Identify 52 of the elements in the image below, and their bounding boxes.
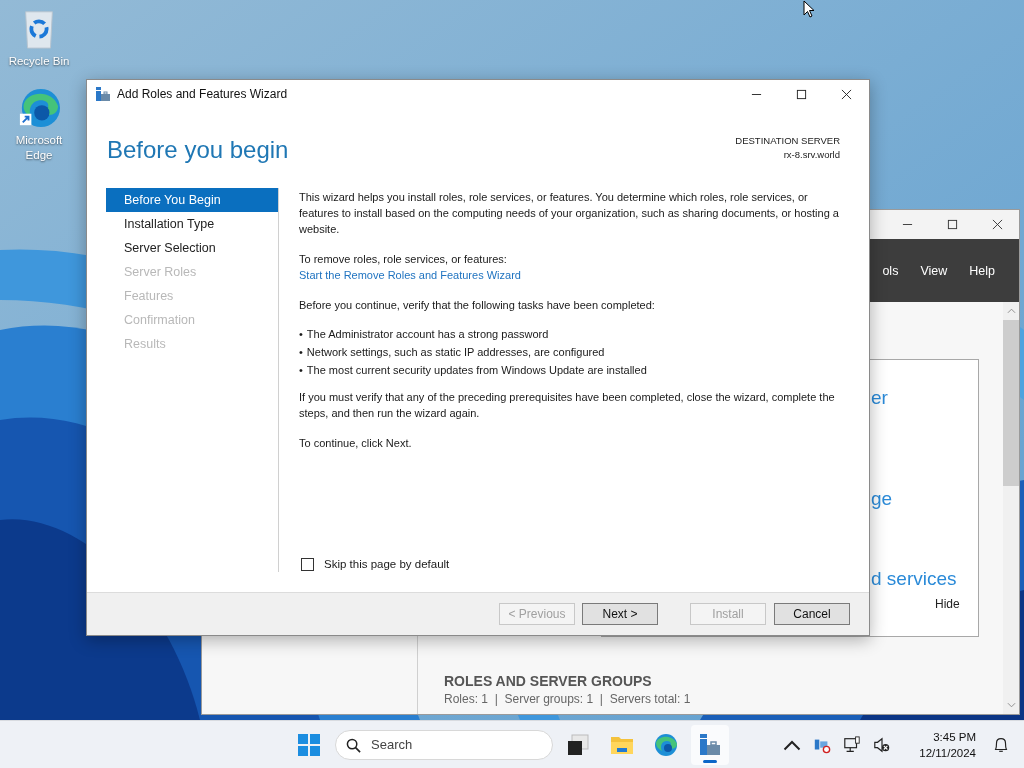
wizard-step[interactable]: Before You Begin bbox=[106, 188, 278, 212]
destination-label: DESTINATION SERVER bbox=[735, 134, 840, 148]
close-icon[interactable] bbox=[841, 88, 852, 100]
verify-text: Before you continue, verify that the following tasks have been completed: bbox=[299, 298, 656, 313]
clock-date[interactable]: 12/11/2024 bbox=[919, 744, 976, 761]
tile-link[interactable]: d services bbox=[871, 567, 957, 591]
task-item: The Administrator account has a strong password bbox=[306, 327, 549, 342]
hide-link[interactable]: Hide bbox=[935, 597, 960, 611]
speaker-muted-icon[interactable] bbox=[873, 735, 892, 754]
section-title: ROLES AND SERVER GROUPS bbox=[444, 673, 653, 689]
remove-label: To remove roles, role services, or features: bbox=[299, 252, 508, 267]
roles-summary: Roles: 1 | Server groups: 1 | Servers total: 1 bbox=[444, 692, 692, 706]
server-toolbox-icon bbox=[95, 86, 111, 102]
maximize-icon[interactable] bbox=[796, 88, 807, 100]
remove-wizard-link[interactable]: Start the Remove Roles and Features Wizard bbox=[299, 267, 521, 283]
window-title: Add Roles and Features Wizard bbox=[117, 87, 288, 101]
server-toolbox-icon bbox=[698, 732, 722, 757]
continue-text: To continue, click Next. bbox=[299, 436, 413, 451]
menu-item[interactable]: Help bbox=[969, 263, 995, 278]
tile-link[interactable]: er bbox=[871, 386, 888, 410]
page-heading: Before you begin bbox=[107, 136, 289, 164]
search-icon bbox=[346, 737, 361, 753]
edge-icon bbox=[654, 732, 678, 757]
notification-icon[interactable] bbox=[992, 735, 1010, 754]
tile-link[interactable]: ge bbox=[871, 487, 893, 511]
wizard-button[interactable]: Next > bbox=[582, 603, 658, 625]
menu-item[interactable]: View bbox=[920, 263, 948, 278]
close-icon[interactable] bbox=[992, 219, 1003, 230]
task-item: Network settings, such as static IP addresses, are configured bbox=[306, 345, 605, 360]
network-icon[interactable] bbox=[843, 735, 862, 754]
bullet: • bbox=[299, 327, 303, 342]
destination-server: rx-8.srv.world bbox=[783, 148, 840, 162]
maximize-icon[interactable] bbox=[947, 219, 958, 230]
wizard-step[interactable]: Installation Type bbox=[106, 212, 278, 236]
intro-text: This wizard helps you install roles, role services, or features. You determine which roles, role services, or features to install based on the computing needs of your organization, such as sharing documents, or hosting a website. bbox=[299, 190, 840, 237]
scrollbar[interactable] bbox=[1003, 302, 1019, 714]
wizard-step[interactable]: Server Selection bbox=[106, 236, 278, 260]
menu-item[interactable]: ols bbox=[882, 263, 899, 278]
prerequisite-text: If you must verify that any of the preceding prerequisites have been completed, close the wizard, complete the steps, and then run the wizard again. bbox=[299, 390, 836, 421]
cursor-icon bbox=[803, 0, 815, 18]
bullet: • bbox=[299, 363, 303, 378]
start-icon[interactable] bbox=[298, 733, 320, 756]
search-field[interactable]: Search bbox=[335, 729, 553, 760]
clock-time[interactable]: 3:45 PM bbox=[933, 728, 976, 745]
wizard-button[interactable]: Cancel bbox=[774, 603, 850, 625]
scroll-thumb[interactable] bbox=[1003, 320, 1019, 486]
edge-icon[interactable] bbox=[18, 87, 60, 129]
bullet: • bbox=[299, 345, 303, 360]
task-item: The most current security updates from Windows Update are installed bbox=[306, 363, 647, 378]
checkbox-label[interactable]: Skip this page by default bbox=[324, 556, 450, 572]
task-view-icon bbox=[566, 732, 590, 757]
checkbox[interactable] bbox=[301, 557, 314, 571]
